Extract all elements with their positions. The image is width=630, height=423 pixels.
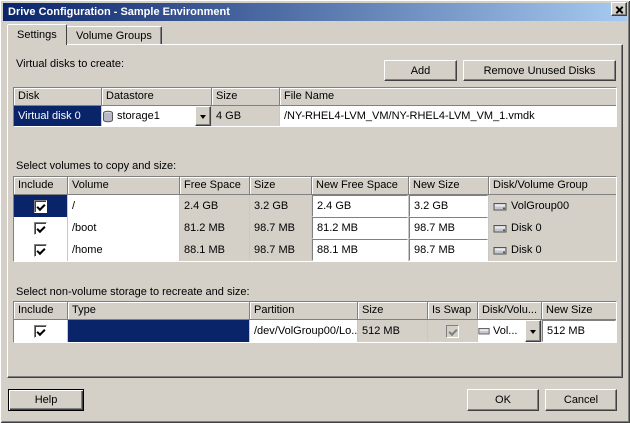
- drive-configuration-dialog: Drive Configuration - Sample Environment…: [0, 0, 630, 423]
- non-volume-row[interactable]: /dev/VolGroup00/Lo... 512 MB Vol... 512 …: [14, 320, 616, 342]
- column-header-free-space[interactable]: Free Space: [180, 177, 250, 195]
- titlebar[interactable]: Drive Configuration - Sample Environment: [3, 3, 627, 21]
- column-header-disk-volume-group[interactable]: Disk/Volume Group: [489, 177, 616, 195]
- tab-volume-groups[interactable]: Volume Groups: [66, 26, 162, 45]
- close-icon: [615, 6, 623, 14]
- new-size-input[interactable]: 3.2 GB: [409, 195, 488, 217]
- volumes-table: Include Volume Free Space Size New Free …: [13, 176, 617, 262]
- remove-unused-disks-button[interactable]: Remove Unused Disks: [463, 60, 616, 81]
- nv-disk-group-value: Vol...: [493, 325, 517, 337]
- nv-disk-group-combo[interactable]: Vol...: [478, 320, 542, 342]
- disk-group-cell[interactable]: VolGroup00: [489, 195, 616, 217]
- column-header-size[interactable]: Size: [212, 88, 280, 106]
- column-header-include[interactable]: Include: [14, 177, 68, 195]
- include-checkbox[interactable]: [34, 222, 47, 235]
- include-cell: [14, 195, 68, 217]
- nv-size-cell: 512 MB: [358, 320, 428, 342]
- volume-cell: /boot: [68, 217, 180, 239]
- free-space-cell: 81.2 MB: [180, 217, 250, 239]
- new-size-input[interactable]: 98.7 MB: [409, 239, 488, 261]
- non-volume-label: Select non-volume storage to recreate an…: [16, 286, 250, 298]
- column-header-is-swap[interactable]: Is Swap: [428, 302, 478, 320]
- volumes-header: Include Volume Free Space Size New Free …: [14, 177, 616, 195]
- column-header-size[interactable]: Size: [250, 177, 312, 195]
- disk-group-cell[interactable]: Disk 0: [489, 239, 616, 261]
- disk-icon: [493, 201, 507, 212]
- column-header-file-name[interactable]: File Name: [280, 88, 616, 106]
- size-cell: 3.2 GB: [250, 195, 312, 217]
- disk-group-value: VolGroup00: [511, 200, 569, 212]
- datastore-combo[interactable]: storage1: [102, 106, 212, 126]
- disk-size-cell: 4 GB: [212, 106, 280, 126]
- cancel-button[interactable]: Cancel: [545, 389, 617, 411]
- include-cell: [14, 239, 68, 261]
- datastore-value: storage1: [117, 110, 160, 122]
- window-title: Drive Configuration - Sample Environment: [8, 6, 230, 18]
- help-button[interactable]: Help: [8, 389, 84, 411]
- tab-settings[interactable]: Settings: [7, 24, 67, 45]
- virtual-disk-row[interactable]: Virtual disk 0 storage1 4 GB /NY-RHEL4-L…: [14, 106, 616, 126]
- include-checkbox[interactable]: [34, 244, 47, 257]
- column-header-disk-volume[interactable]: Disk/Volu...: [478, 302, 542, 320]
- ok-button[interactable]: OK: [467, 389, 539, 411]
- include-checkbox[interactable]: [34, 200, 47, 213]
- column-header-partition[interactable]: Partition: [250, 302, 358, 320]
- volume-cell: /home: [68, 239, 180, 261]
- nv-disk-group-dropdown-button[interactable]: [525, 320, 541, 342]
- non-volume-header: Include Type Partition Size Is Swap Disk…: [14, 302, 616, 320]
- include-checkbox[interactable]: [34, 325, 47, 338]
- datastore-dropdown-button[interactable]: [195, 106, 211, 126]
- is-swap-checkbox: [446, 325, 459, 338]
- virtual-disks-label: Virtual disks to create:: [16, 58, 124, 70]
- column-header-new-size[interactable]: New Size: [409, 177, 489, 195]
- volume-row[interactable]: / 2.4 GB 3.2 GB 2.4 GB 3.2 GB VolGroup00: [14, 195, 616, 217]
- free-space-cell: 88.1 MB: [180, 239, 250, 261]
- column-header-disk[interactable]: Disk: [14, 88, 102, 106]
- disk-cell[interactable]: Virtual disk 0: [14, 106, 102, 126]
- datastore-icon: [102, 110, 114, 123]
- size-cell: 98.7 MB: [250, 217, 312, 239]
- volume-cell: /: [68, 195, 180, 217]
- virtual-disks-table: Disk Datastore Size File Name Virtual di…: [13, 87, 617, 127]
- column-header-size[interactable]: Size: [358, 302, 428, 320]
- new-free-space-input[interactable]: 88.1 MB: [312, 239, 408, 261]
- include-cell: [14, 320, 68, 342]
- disk-group-value: Disk 0: [511, 222, 542, 234]
- column-header-new-size[interactable]: New Size: [542, 302, 616, 320]
- free-space-cell: 2.4 GB: [180, 195, 250, 217]
- tab-volume-groups-label: Volume Groups: [76, 30, 152, 42]
- size-cell: 98.7 MB: [250, 239, 312, 261]
- partition-cell: /dev/VolGroup00/Lo...: [250, 320, 358, 342]
- add-button[interactable]: Add: [384, 60, 457, 81]
- disk-icon: [478, 326, 490, 336]
- type-cell: [68, 320, 250, 342]
- tab-settings-label: Settings: [17, 29, 57, 41]
- volumes-label: Select volumes to copy and size:: [16, 160, 176, 172]
- volume-row[interactable]: /home 88.1 MB 98.7 MB 88.1 MB 98.7 MB Di…: [14, 239, 616, 261]
- close-button[interactable]: [611, 2, 627, 16]
- disk-group-value: Disk 0: [511, 244, 542, 256]
- disk-icon: [493, 223, 507, 234]
- non-volume-table: Include Type Partition Size Is Swap Disk…: [13, 301, 617, 343]
- nv-new-size-input[interactable]: 512 MB: [542, 320, 616, 342]
- volume-row[interactable]: /boot 81.2 MB 98.7 MB 81.2 MB 98.7 MB Di…: [14, 217, 616, 239]
- column-header-include[interactable]: Include: [14, 302, 68, 320]
- chevron-down-icon: [200, 115, 206, 122]
- column-header-new-free-space[interactable]: New Free Space: [312, 177, 409, 195]
- column-header-volume[interactable]: Volume: [68, 177, 180, 195]
- column-header-datastore[interactable]: Datastore: [102, 88, 212, 106]
- disk-group-cell[interactable]: Disk 0: [489, 217, 616, 239]
- column-header-type[interactable]: Type: [68, 302, 250, 320]
- file-name-cell[interactable]: /NY-RHEL4-LVM_VM/NY-RHEL4-LVM_VM_1.vmdk: [280, 106, 616, 126]
- is-swap-cell: [428, 320, 478, 342]
- new-free-space-input[interactable]: 2.4 GB: [312, 195, 408, 217]
- virtual-disks-header: Disk Datastore Size File Name: [14, 88, 616, 106]
- include-cell: [14, 217, 68, 239]
- new-free-space-input[interactable]: 81.2 MB: [312, 217, 408, 239]
- new-size-input[interactable]: 98.7 MB: [409, 217, 488, 239]
- chevron-down-icon: [530, 330, 536, 337]
- disk-icon: [493, 245, 507, 256]
